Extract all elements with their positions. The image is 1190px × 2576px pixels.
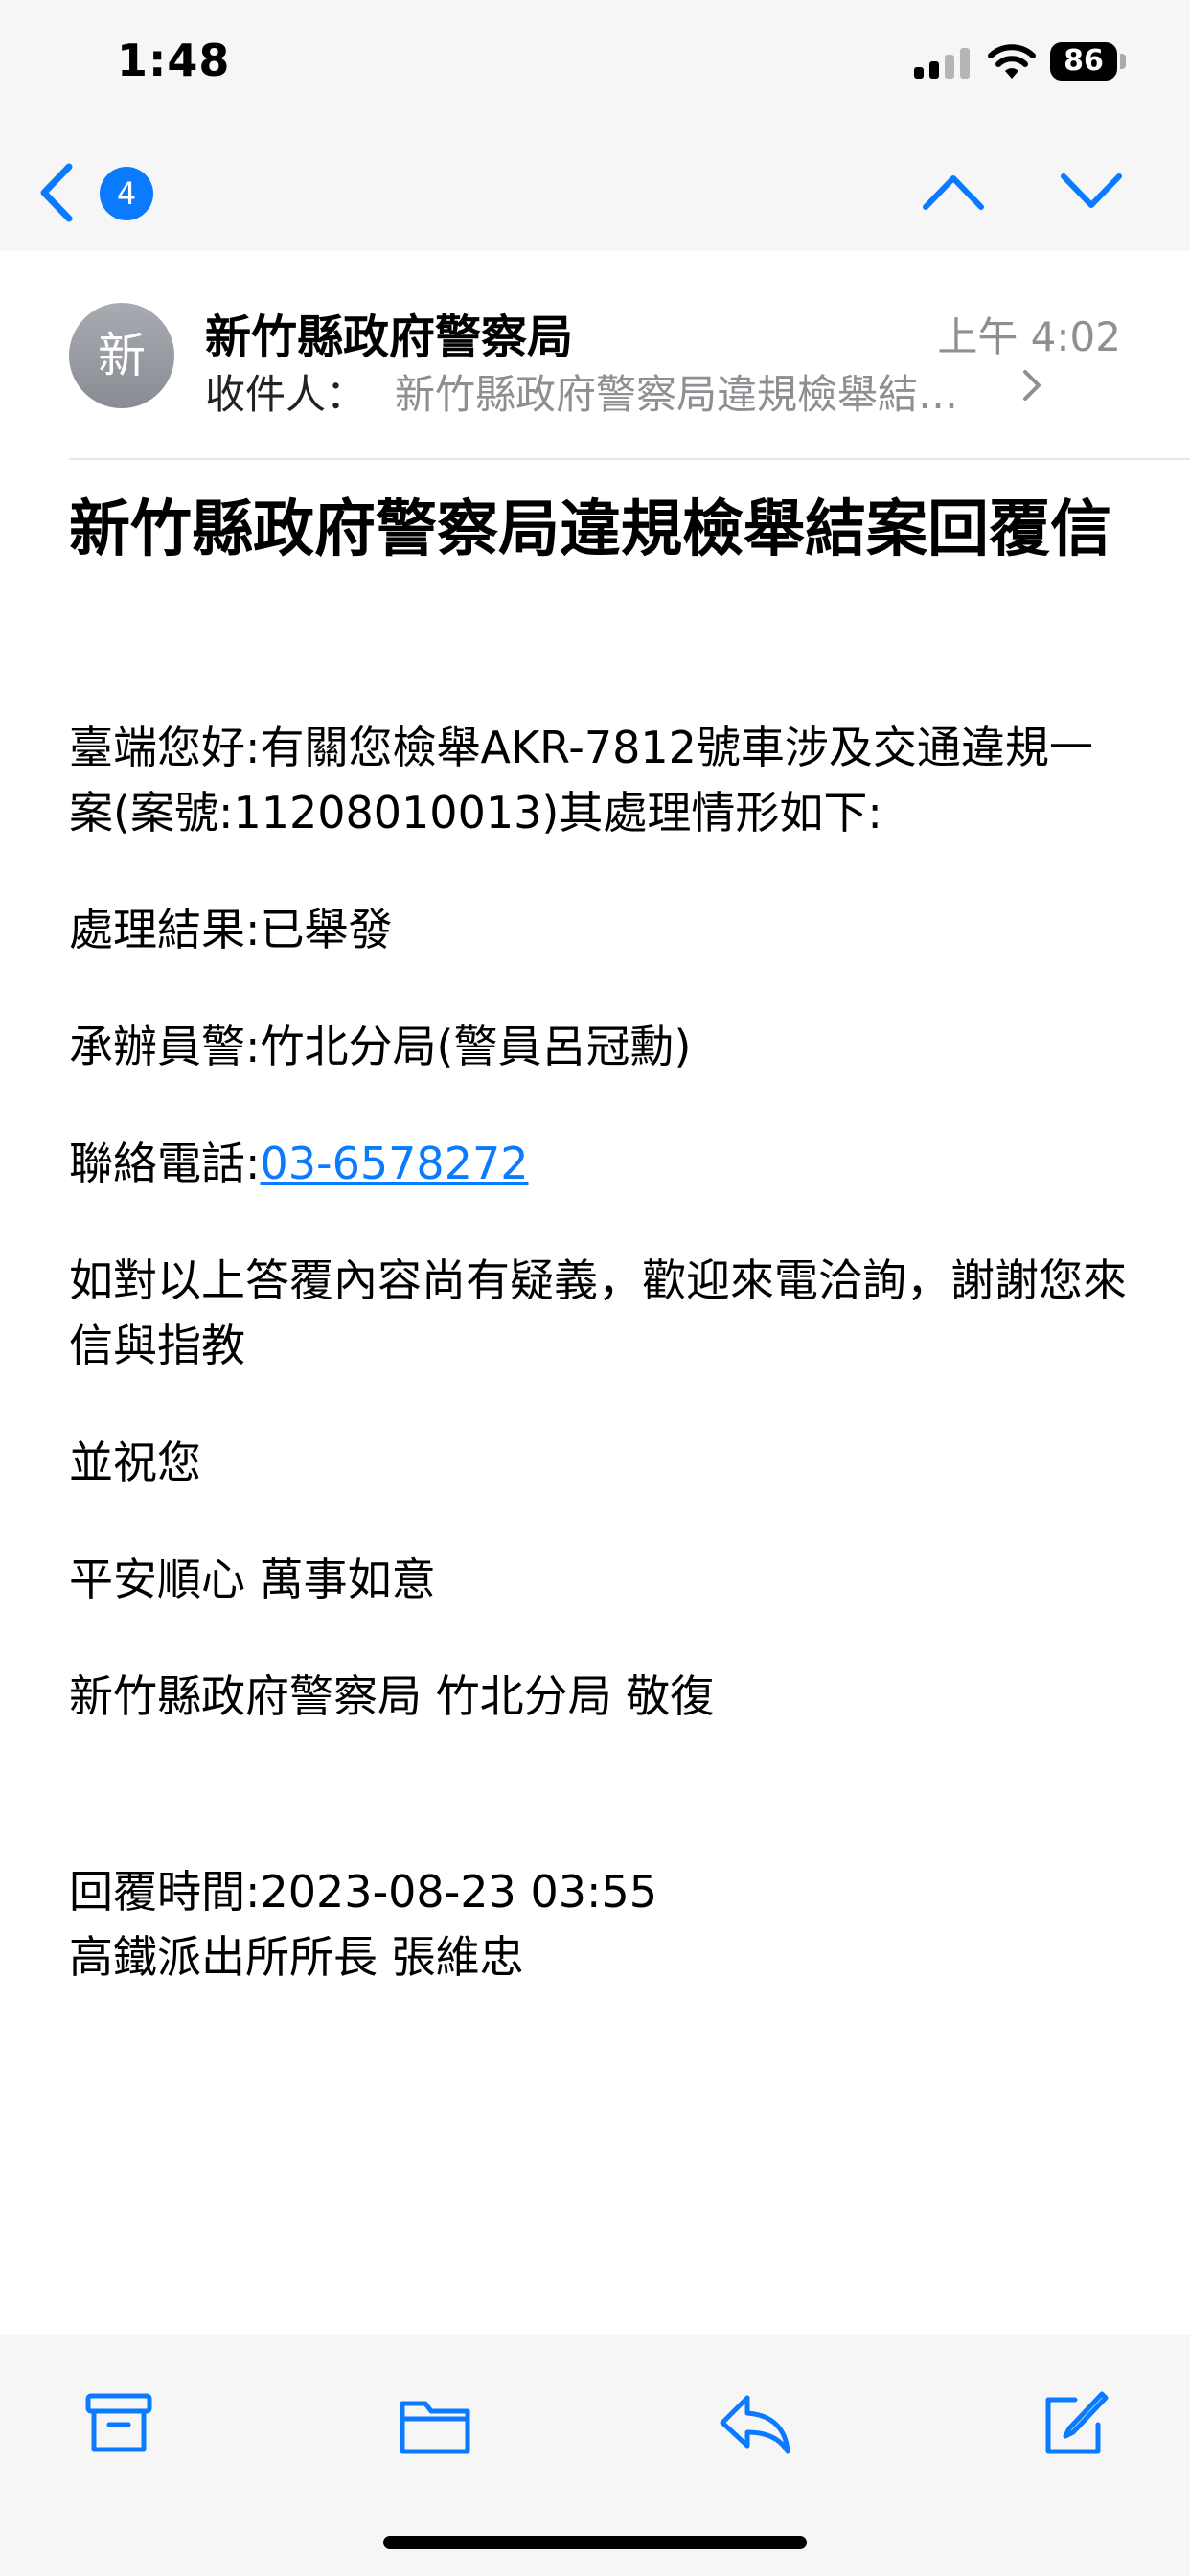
home-indicator[interactable]	[383, 2536, 807, 2549]
phone-label: 聯絡電話:	[69, 1138, 261, 1189]
previous-message-icon[interactable]	[920, 163, 987, 220]
received-time: 上午 4:02	[937, 313, 1121, 360]
sender-avatar[interactable]: 新	[69, 303, 174, 408]
recipient-name[interactable]: 新竹縣政府警察局違規檢舉結…	[395, 362, 1046, 421]
reply-icon[interactable]	[717, 2386, 793, 2463]
cellular-signal-icon	[914, 48, 970, 79]
body-reply-time: 回覆時間:2023-08-23 03:55	[69, 1866, 658, 1918]
body-wish-2: 平安順心 萬事如意	[69, 1553, 436, 1605]
body-officer: 承辦員警:竹北分局(警員呂冠勳)	[69, 1021, 692, 1072]
body-signer: 高鐵派出所所長 張維忠	[69, 1931, 524, 1983]
phone-link[interactable]: 03-6578272	[261, 1138, 529, 1189]
archive-icon[interactable]	[80, 2386, 157, 2463]
battery-tip	[1120, 54, 1126, 69]
nav-bar: 4	[0, 134, 1190, 251]
back-chevron-icon[interactable]	[34, 159, 82, 226]
header-divider	[69, 458, 1190, 460]
battery-indicator: 86	[1050, 42, 1117, 80]
sender-name[interactable]: 新竹縣政府警察局	[205, 299, 573, 366]
status-time: 1:48	[117, 34, 231, 86]
compose-icon[interactable]	[1035, 2386, 1111, 2463]
body-greeting: 臺端您好:有關您檢舉AKR-7812號車涉及交通違規一案(案號:11208010…	[69, 722, 1093, 839]
next-message-icon[interactable]	[1058, 163, 1125, 220]
body-result: 處理結果:已舉發	[69, 904, 393, 955]
folder-icon[interactable]	[397, 2386, 473, 2463]
body-wish-1: 並祝您	[69, 1437, 201, 1488]
status-bar: 1:48 86	[0, 0, 1190, 134]
email-body: 臺端您好:有關您檢舉AKR-7812號車涉及交通違規一案(案號:11208010…	[69, 715, 1133, 1990]
body-question: 如對以上答覆內容尚有疑義，歡迎來電洽詢，謝謝您來信與指教	[69, 1254, 1127, 1371]
wifi-icon	[988, 44, 1036, 79]
email-subject: 新竹縣政府警察局違規檢舉結案回覆信	[69, 494, 1111, 565]
body-closing: 新竹縣政府警察局 竹北分局 敬復	[69, 1670, 715, 1722]
chevron-right-icon[interactable]	[1019, 364, 1046, 406]
recipient-label: 收件人：	[205, 371, 367, 418]
unread-count-badge[interactable]: 4	[100, 167, 153, 220]
body-phone-line: 聯絡電話:03-6578272	[69, 1131, 1133, 1196]
